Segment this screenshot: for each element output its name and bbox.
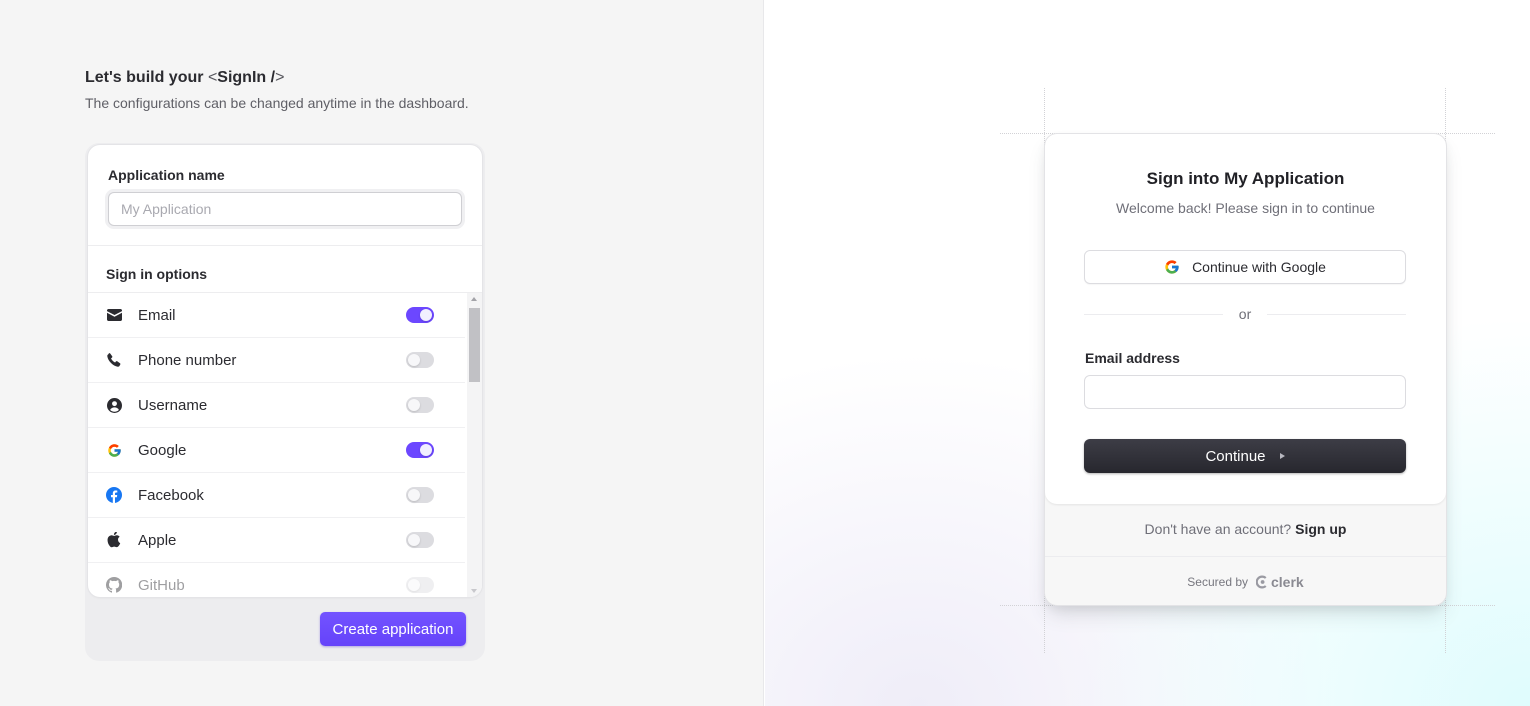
email-toggle[interactable] <box>406 307 434 323</box>
continue-button[interactable]: Continue <box>1084 439 1406 473</box>
username-toggle[interactable] <box>406 397 434 413</box>
phone-icon <box>106 352 122 368</box>
app-name-section: Application name <box>88 145 482 246</box>
option-label: Username <box>138 396 208 414</box>
sign-in-option-phone-number: Phone number <box>88 338 465 383</box>
option-label: GitHub <box>138 576 185 594</box>
envelope-icon <box>106 307 122 323</box>
sign-in-main: Sign into My Application Welcome back! P… <box>1045 134 1446 504</box>
scroll-thumb[interactable] <box>469 308 480 382</box>
continue-button-label: Continue <box>1205 447 1266 465</box>
or-divider: or <box>1084 306 1407 322</box>
signup-row: Don't have an account? Sign up <box>1045 521 1446 537</box>
page-subtitle: The configurations can be changed anytim… <box>85 95 469 111</box>
sign-in-options-title: Sign in options <box>88 246 482 293</box>
phone-number-toggle[interactable] <box>406 352 434 368</box>
sign-in-option-username: Username <box>88 383 465 428</box>
config-container: Application name Sign in options Email Ph… <box>85 143 485 661</box>
code-open: < <box>207 69 218 86</box>
divider-line <box>1084 313 1223 315</box>
sign-in-card: Sign into My Application Welcome back! P… <box>1045 134 1446 605</box>
create-application-button[interactable]: Create application <box>320 612 466 646</box>
sign-in-title: Sign into My Application <box>1146 169 1345 188</box>
sign-in-option-email: Email <box>88 293 465 338</box>
option-label: Phone number <box>138 351 237 369</box>
clerk-logo-icon <box>1256 575 1267 589</box>
code-name: SignIn / <box>217 69 276 86</box>
email-label: Email address <box>1085 350 1180 366</box>
guide-line <box>1000 605 1495 606</box>
heading-code: <SignIn /> <box>208 69 284 86</box>
facebook-icon <box>106 487 122 503</box>
toggle-knob <box>408 579 420 591</box>
google-button-label: Continue with Google <box>1192 259 1326 275</box>
toggle-knob <box>408 489 420 501</box>
github-toggle[interactable] <box>406 577 434 593</box>
config-card: Application name Sign in options Email Ph… <box>88 145 482 597</box>
scroll-down-arrow-icon[interactable] <box>471 589 477 593</box>
secured-by-row: Secured by clerk <box>1045 574 1446 590</box>
page-title: Let's build your <SignIn /> <box>85 69 284 87</box>
sign-in-option-facebook: Facebook <box>88 473 465 518</box>
preview-panel: Sign into My Application Welcome back! P… <box>765 0 1530 706</box>
divider-text: or <box>1238 306 1252 322</box>
caret-right-icon <box>1279 453 1285 459</box>
code-close: > <box>275 69 285 86</box>
divider-line <box>1267 313 1407 315</box>
facebook-toggle[interactable] <box>406 487 434 503</box>
option-label: Apple <box>138 531 177 549</box>
clerk-logo[interactable]: clerk <box>1256 574 1304 590</box>
github-icon <box>106 577 122 593</box>
sign-in-option-apple: Apple <box>88 518 465 563</box>
sign-up-link[interactable]: Sign up <box>1295 521 1346 537</box>
app-name-label: Application name <box>108 167 225 183</box>
clerk-brand-text: clerk <box>1271 574 1304 590</box>
apple-toggle[interactable] <box>406 532 434 548</box>
continue-with-google-button[interactable]: Continue with Google <box>1084 250 1406 284</box>
signup-prompt: Don't have an account? <box>1144 521 1292 537</box>
scroll-up-arrow-icon[interactable] <box>471 297 477 301</box>
options-scrollbar[interactable] <box>467 293 482 597</box>
toggle-knob <box>420 444 432 456</box>
heading-text: Let's build your <box>85 69 204 86</box>
option-label: Facebook <box>138 486 204 504</box>
sign-in-option-github: GitHub <box>88 563 465 597</box>
app-name-input[interactable] <box>108 192 462 226</box>
option-label: Google <box>138 441 187 459</box>
sign-in-subtitle: Welcome back! Please sign in to continue <box>1116 200 1375 216</box>
toggle-knob <box>408 354 420 366</box>
google-icon <box>106 442 122 458</box>
email-input[interactable] <box>1084 375 1406 409</box>
sign-in-option-google: Google <box>88 428 465 473</box>
toggle-knob <box>408 399 420 411</box>
secured-by-text: Secured by <box>1187 575 1248 589</box>
google-icon <box>1164 259 1180 275</box>
toggle-knob <box>420 309 432 321</box>
toggle-knob <box>408 534 420 546</box>
sign-in-options-list: Email Phone number Username Google Facebook A… <box>88 293 482 597</box>
google-toggle[interactable] <box>406 442 434 458</box>
builder-panel: Let's build your <SignIn /> The configur… <box>0 0 764 706</box>
apple-icon <box>106 532 122 548</box>
option-label: Email <box>138 306 176 324</box>
user-circle-icon <box>106 397 122 413</box>
footer-divider <box>1045 556 1446 557</box>
